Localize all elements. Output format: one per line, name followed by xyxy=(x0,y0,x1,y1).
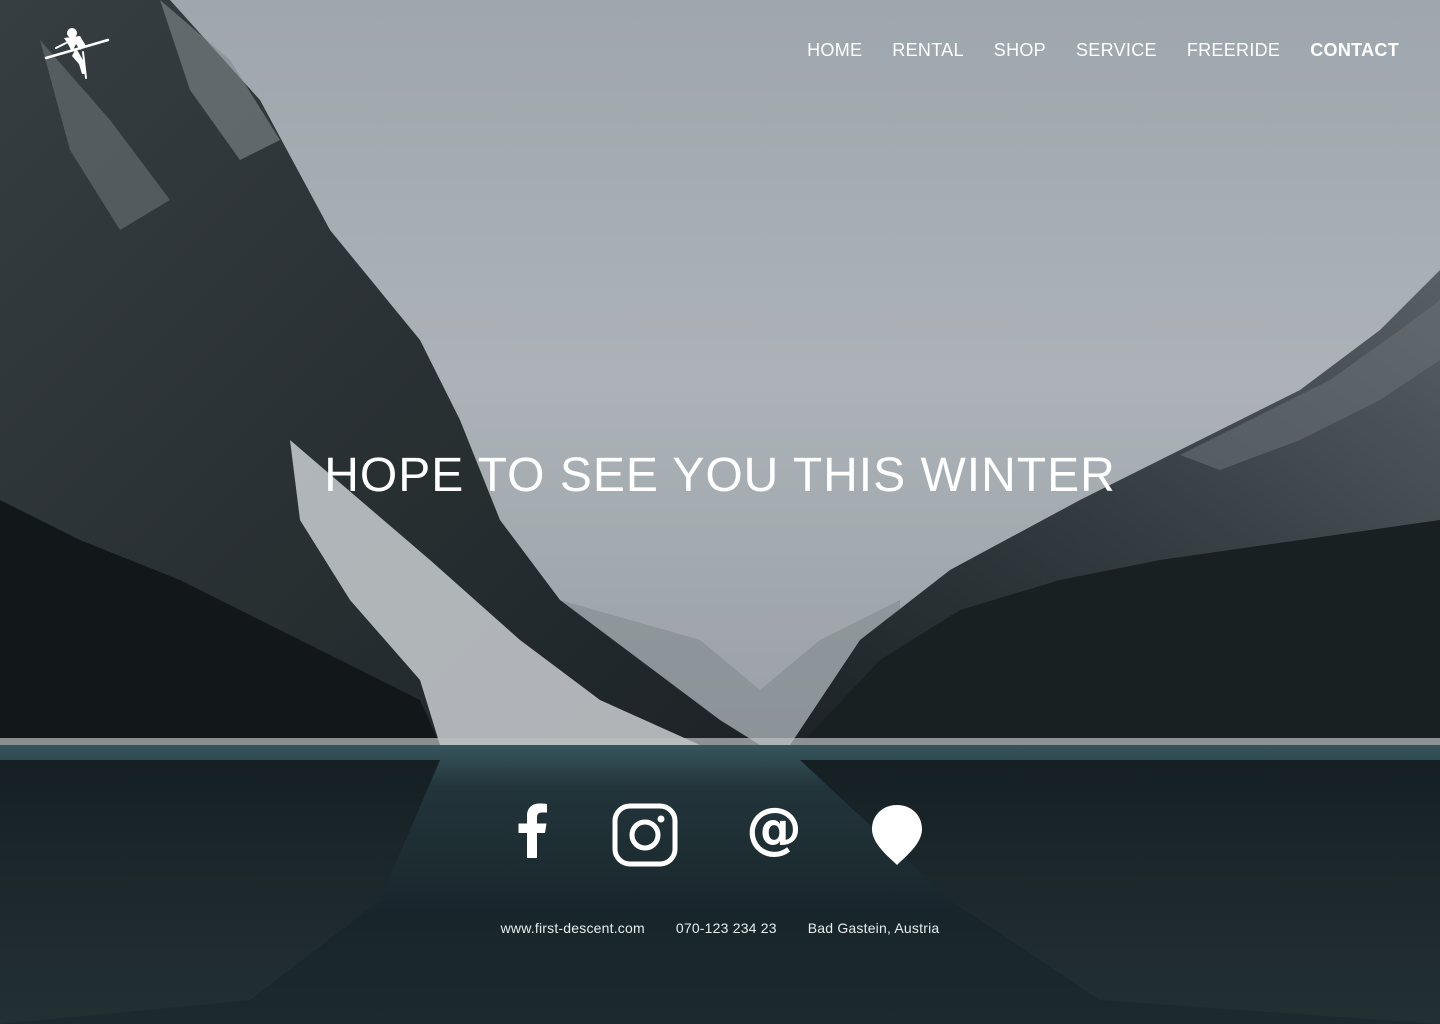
nav-shop[interactable]: SHOP xyxy=(994,40,1046,61)
nav-home[interactable]: HOME xyxy=(807,40,862,61)
facebook-icon[interactable] xyxy=(516,802,548,858)
location-text: Bad Gastein, Austria xyxy=(807,920,940,936)
email-at-icon[interactable]: @ xyxy=(746,803,802,857)
nav-service[interactable]: SERVICE xyxy=(1076,40,1157,61)
contact-page: HOME RENTAL SHOP SERVICE FREERIDE CONTAC… xyxy=(0,0,1440,1024)
svg-text:@: @ xyxy=(746,803,802,857)
nav-freeride[interactable]: FREERIDE xyxy=(1187,40,1280,61)
instagram-icon[interactable] xyxy=(612,803,678,867)
nav-rental[interactable]: RENTAL xyxy=(892,40,963,61)
social-icons: @ xyxy=(0,798,1440,870)
phone-number[interactable]: 070-123 234 23 xyxy=(676,920,777,936)
mountain-lake-background xyxy=(0,0,1440,1024)
nav-contact[interactable]: CONTACT xyxy=(1310,40,1399,61)
main-navigation: HOME RENTAL SHOP SERVICE FREERIDE CONTAC… xyxy=(807,40,1399,61)
website-link[interactable]: www.first-descent.com xyxy=(501,920,645,936)
location-pin-icon[interactable] xyxy=(871,804,923,866)
hero-headline: HOPE TO SEE YOU THIS WINTER xyxy=(324,449,1116,502)
freeride-skier-logo-icon[interactable] xyxy=(42,22,114,82)
contact-info: www.first-descent.com 070-123 234 23 Bad… xyxy=(0,920,1440,936)
